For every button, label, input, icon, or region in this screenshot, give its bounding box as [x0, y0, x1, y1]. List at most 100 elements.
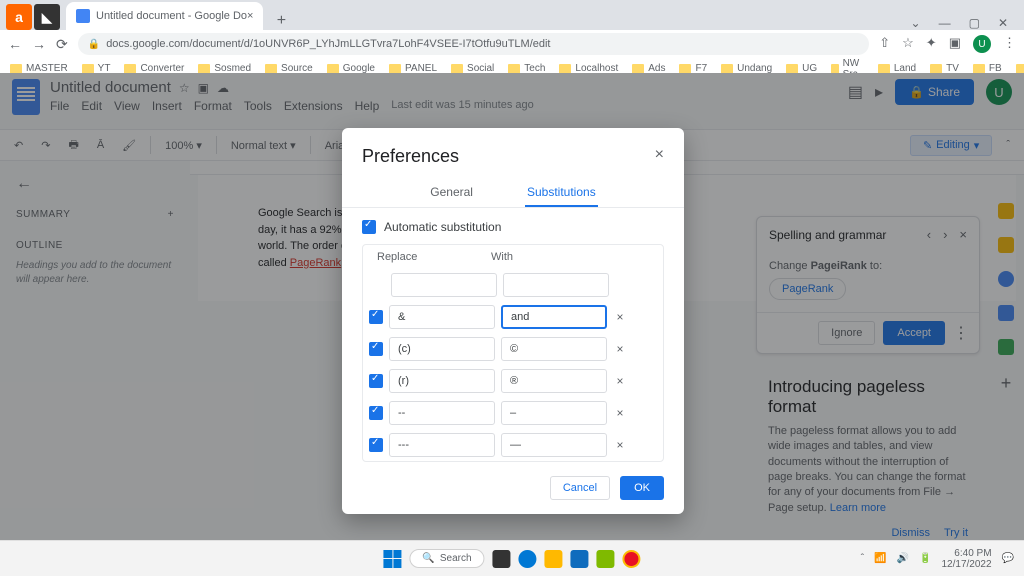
folder-icon — [930, 64, 942, 74]
explorer-icon[interactable] — [545, 550, 563, 568]
star-icon[interactable]: ☆ — [902, 35, 914, 53]
replace-input[interactable] — [389, 305, 495, 329]
row-checkbox[interactable] — [369, 342, 383, 356]
extensions-icon[interactable]: ✦ — [926, 35, 937, 53]
folder-icon — [679, 64, 691, 74]
menu-icon[interactable]: ⋮ — [1003, 35, 1016, 53]
substitution-row: × — [363, 397, 663, 429]
profile-chip[interactable]: U — [973, 35, 991, 53]
windows-taskbar: 🔍 Search ˆ 📶 🔊 🔋 6:40 PM 12/17/2022 💬 — [0, 540, 1024, 576]
app-icon-pocket[interactable]: ◣ — [34, 4, 60, 30]
delete-row-icon[interactable]: × — [613, 406, 627, 420]
with-input[interactable] — [501, 305, 607, 329]
word-icon[interactable] — [571, 550, 589, 568]
edge-icon[interactable] — [519, 550, 537, 568]
chevron-down-icon[interactable]: ⌄ — [911, 16, 921, 30]
substitutions-table: Replace With × × — [362, 244, 664, 462]
preferences-dialog: Preferences × General Substitutions Auto… — [342, 128, 684, 514]
row-checkbox[interactable] — [369, 310, 383, 324]
url-input[interactable]: 🔒 docs.google.com/document/d/1oUNVR6P_LY… — [78, 33, 870, 55]
excel-icon[interactable] — [597, 550, 615, 568]
panel-icon[interactable]: ▣ — [949, 35, 961, 53]
search-icon: 🔍 — [422, 553, 434, 564]
substitution-row: × — [363, 301, 663, 333]
volume-icon[interactable]: 🔊 — [897, 553, 909, 564]
delete-row-icon[interactable]: × — [613, 374, 627, 388]
row-checkbox[interactable] — [369, 406, 383, 420]
with-input[interactable] — [501, 369, 607, 393]
folder-icon — [265, 64, 277, 74]
substitution-row: × — [363, 333, 663, 365]
forward-icon[interactable]: → — [32, 36, 46, 52]
folder-icon — [327, 64, 339, 74]
window-controls: ⌄ — ▢ ✕ — [911, 16, 1018, 30]
delete-row-icon[interactable]: × — [613, 342, 627, 356]
auto-substitution-label: Automatic substitution — [384, 220, 501, 234]
folder-icon — [124, 64, 136, 74]
tray-chevron-icon[interactable]: ˆ — [861, 553, 864, 564]
battery-icon[interactable]: 🔋 — [919, 553, 931, 564]
col-replace: Replace — [377, 251, 491, 263]
with-input[interactable] — [501, 433, 607, 457]
replace-input[interactable] — [389, 433, 495, 457]
start-button[interactable] — [383, 550, 401, 568]
share-page-icon[interactable]: ⇧ — [879, 35, 890, 53]
substitution-row: × — [363, 365, 663, 397]
delete-row-icon[interactable]: × — [613, 310, 627, 324]
browser-chrome: a ◣ Untitled document - Google Do × + ⌄ … — [0, 0, 1024, 73]
folder-icon — [786, 64, 798, 74]
folder-icon — [198, 64, 210, 74]
tab-strip: a ◣ Untitled document - Google Do × + ⌄ … — [0, 0, 1024, 30]
replace-input[interactable] — [389, 401, 495, 425]
chrome-icon[interactable] — [623, 550, 641, 568]
maximize-icon[interactable]: ▢ — [969, 16, 980, 30]
lock-icon: 🔒 — [88, 39, 100, 50]
system-clock[interactable]: 6:40 PM 12/17/2022 — [941, 548, 991, 570]
reload-icon[interactable]: ⟳ — [56, 36, 68, 53]
folder-icon — [451, 64, 463, 74]
close-window-icon[interactable]: ✕ — [998, 16, 1008, 30]
row-checkbox[interactable] — [369, 438, 383, 452]
docs-favicon — [76, 9, 90, 23]
dialog-title: Preferences — [362, 146, 459, 167]
notifications-icon[interactable]: 💬 — [1002, 553, 1014, 564]
address-bar: ← → ⟳ 🔒 docs.google.com/document/d/1oUNV… — [0, 30, 1024, 58]
folder-icon — [1016, 64, 1024, 74]
tab-general[interactable]: General — [428, 179, 475, 207]
new-tab-button[interactable]: + — [269, 12, 293, 30]
folder-icon — [878, 64, 890, 74]
tab-title: Untitled document - Google Do — [96, 10, 247, 22]
substitution-row: × — [363, 429, 663, 461]
folder-icon — [10, 64, 22, 74]
row-checkbox[interactable] — [369, 374, 383, 388]
app-icon-a[interactable]: a — [6, 4, 32, 30]
back-icon[interactable]: ← — [8, 36, 22, 52]
taskview-icon[interactable] — [493, 550, 511, 568]
col-with: With — [491, 251, 513, 263]
replace-input[interactable] — [389, 369, 495, 393]
auto-substitution-checkbox[interactable] — [362, 220, 376, 234]
with-input[interactable] — [501, 401, 607, 425]
with-input[interactable] — [501, 337, 607, 361]
tab-substitutions[interactable]: Substitutions — [525, 179, 598, 207]
folder-icon — [632, 64, 644, 74]
browser-tab-active[interactable]: Untitled document - Google Do × — [66, 2, 263, 30]
close-icon[interactable]: × — [247, 10, 253, 22]
close-icon[interactable]: × — [655, 146, 664, 167]
taskbar-search[interactable]: 🔍 Search — [409, 549, 484, 568]
with-input-new[interactable] — [503, 273, 609, 297]
folder-icon — [721, 64, 733, 74]
minimize-icon[interactable]: — — [939, 16, 951, 30]
url-text: docs.google.com/document/d/1oUNVR6P_LYhJ… — [106, 38, 550, 50]
folder-icon — [559, 64, 571, 74]
replace-input-new[interactable] — [391, 273, 497, 297]
folder-icon — [508, 64, 520, 74]
folder-icon — [389, 64, 401, 74]
ok-button[interactable]: OK — [620, 476, 664, 500]
delete-row-icon[interactable]: × — [613, 438, 627, 452]
replace-input[interactable] — [389, 337, 495, 361]
folder-icon — [82, 64, 94, 74]
folder-icon — [973, 64, 985, 74]
cancel-button[interactable]: Cancel — [550, 476, 610, 500]
wifi-icon[interactable]: 📶 — [874, 553, 886, 564]
